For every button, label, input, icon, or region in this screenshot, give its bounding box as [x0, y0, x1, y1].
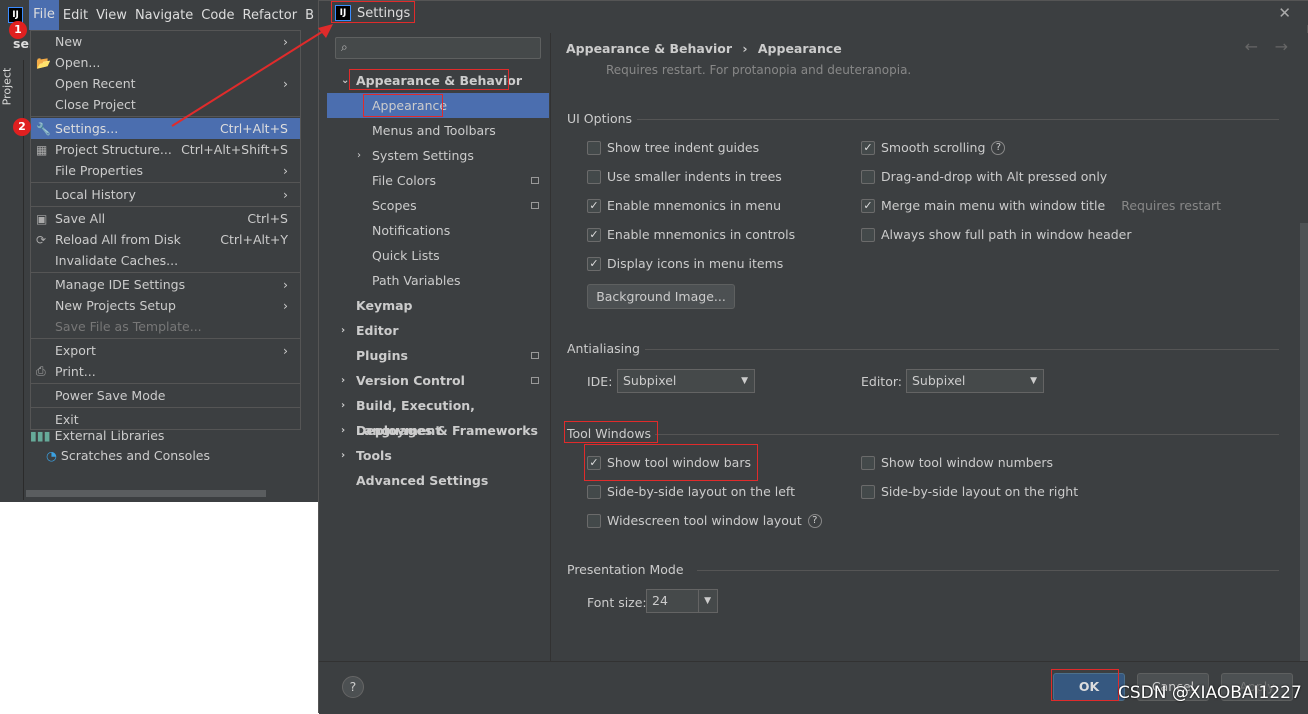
annotation-arrow [171, 24, 333, 127]
watermark: CSDN @XIAOBAI1227 [1118, 683, 1302, 703]
